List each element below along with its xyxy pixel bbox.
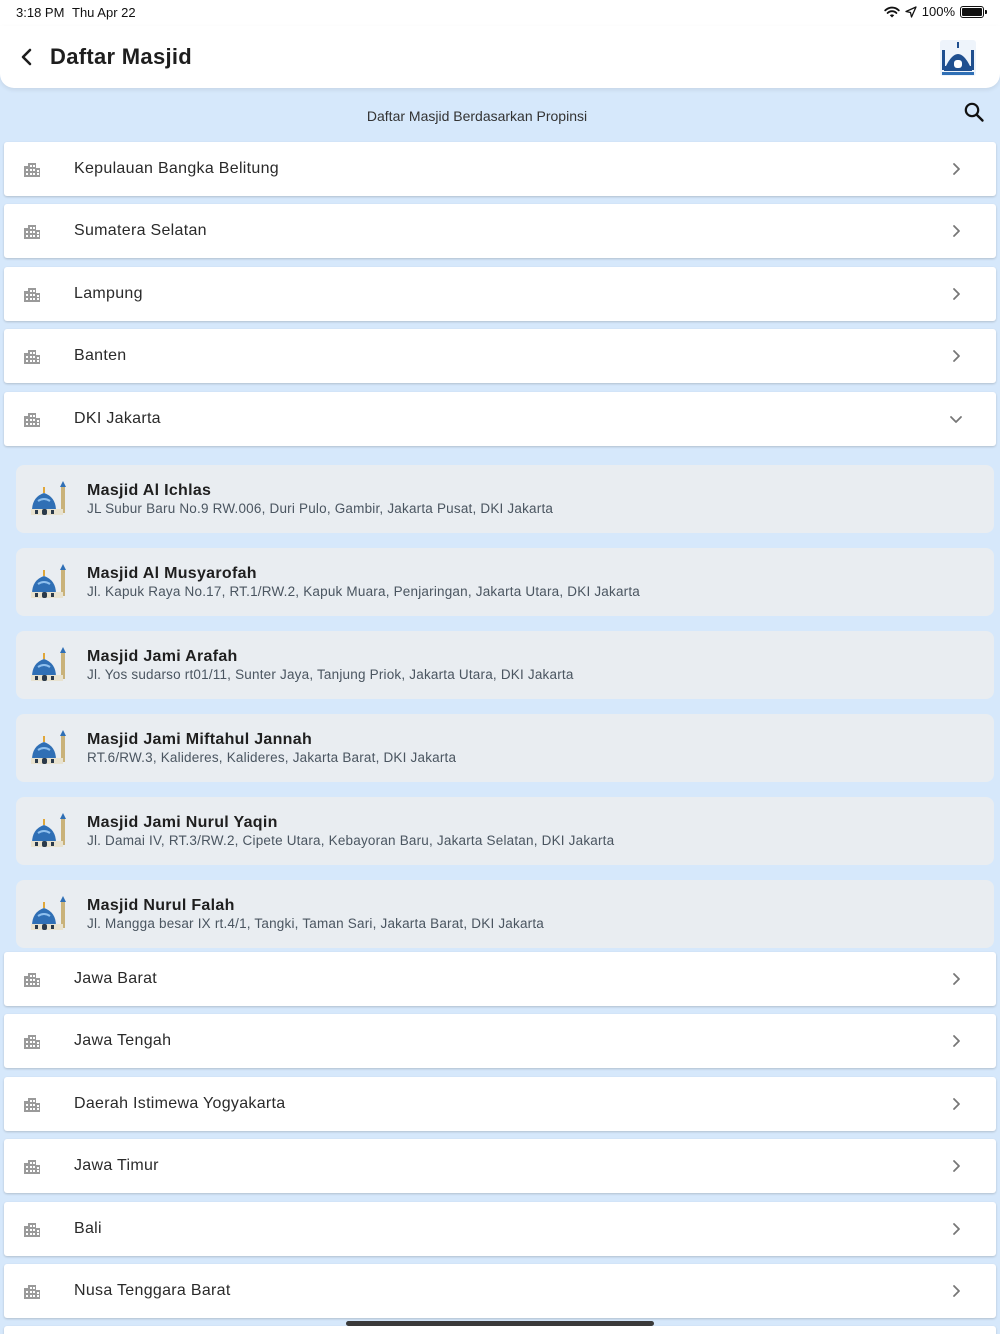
mosque-name: Masjid Jami Arafah — [87, 648, 238, 665]
app-header: Daftar Masjid — [0, 26, 1000, 88]
mosque-card[interactable]: Masjid Jami Arafah Jl. Yos sudarso rt01/… — [16, 631, 994, 699]
mosque-address: Jl. Mangga besar IX rt.4/1, Tangki, Tama… — [87, 916, 545, 931]
mosque-name: Masjid Al Ichlas — [87, 482, 212, 499]
province-label: DKI Jakarta — [74, 410, 161, 427]
mosque-card[interactable]: Masjid Al Musyarofah Jl. Kapuk Raya No.1… — [16, 548, 994, 616]
location-arrow-icon — [905, 5, 917, 18]
mosque-icon — [31, 896, 66, 930]
battery-percent: 100% — [921, 4, 955, 19]
province-row-expanded[interactable]: DKI Jakarta — [4, 392, 996, 446]
province-label: Kepulauan Bangka Belitung — [74, 160, 279, 177]
mosque-logo-icon — [940, 40, 976, 76]
chevron-right-icon — [953, 973, 960, 985]
mosque-address: Jl. Yos sudarso rt01/11, Sunter Jaya, Ta… — [87, 667, 574, 682]
status-date: Thu Apr 22 — [72, 5, 136, 20]
back-chevron-icon[interactable] — [14, 44, 40, 70]
province-row[interactable]: Lampung — [4, 267, 996, 321]
chevron-right-icon — [953, 350, 960, 362]
province-row[interactable]: Nusa Tenggara Barat — [4, 1264, 996, 1318]
mosque-card[interactable]: Masjid Al Ichlas JL Subur Baru No.9 RW.0… — [16, 465, 994, 533]
battery-icon — [960, 5, 987, 18]
chevron-right-icon — [953, 1160, 960, 1172]
mosque-icon — [31, 564, 66, 598]
province-label: Daerah Istimewa Yogyakarta — [74, 1095, 286, 1112]
mosque-name: Masjid Nurul Falah — [87, 897, 235, 914]
subtitle-bar: Daftar Masjid Berdasarkan Propinsi — [0, 100, 1000, 132]
building-icon — [24, 1285, 40, 1299]
chevron-right-icon — [953, 163, 960, 175]
mosque-card[interactable]: Masjid Jami Miftahul Jannah RT.6/RW.3, K… — [16, 714, 994, 782]
province-row[interactable]: Banten — [4, 329, 996, 383]
subtitle-text: Daftar Masjid Berdasarkan Propinsi — [366, 108, 588, 124]
province-label: Bali — [74, 1220, 102, 1237]
mosque-card[interactable]: Masjid Jami Nurul Yaqin Jl. Damai IV, RT… — [16, 797, 994, 865]
mosque-address: RT.6/RW.3, Kalideres, Kalideres, Jakarta… — [87, 750, 457, 765]
mosque-address: Jl. Damai IV, RT.3/RW.2, Cipete Utara, K… — [87, 833, 615, 848]
mosque-address: JL Subur Baru No.9 RW.006, Duri Pulo, Ga… — [87, 501, 554, 516]
home-indicator[interactable] — [346, 1321, 654, 1326]
wifi-icon — [884, 6, 900, 17]
mosque-name: Masjid Jami Nurul Yaqin — [87, 814, 278, 831]
mosque-name: Masjid Al Musyarofah — [87, 565, 257, 582]
chevron-right-icon — [953, 1223, 960, 1235]
mosque-icon — [31, 813, 66, 847]
province-label: Jawa Timur — [74, 1157, 159, 1174]
mosque-name: Masjid Jami Miftahul Jannah — [87, 731, 313, 748]
mosque-card[interactable]: Masjid Nurul Falah Jl. Mangga besar IX r… — [16, 880, 994, 948]
building-icon — [24, 1035, 40, 1049]
status-right: 100% — [884, 4, 987, 19]
province-row[interactable]: Bali — [4, 1202, 996, 1256]
province-label: Jawa Barat — [74, 970, 158, 987]
province-label: Banten — [74, 347, 127, 364]
province-row[interactable]: Jawa Barat — [4, 952, 996, 1006]
building-icon — [24, 413, 40, 427]
province-label: Jawa Tengah — [74, 1032, 172, 1049]
province-label: Sumatera Selatan — [74, 222, 207, 239]
building-icon — [24, 350, 40, 364]
province-row[interactable]: Kepulauan Bangka Belitung — [4, 142, 996, 196]
province-label: Lampung — [74, 285, 143, 302]
building-icon — [24, 1160, 40, 1174]
chevron-right-icon — [953, 225, 960, 237]
building-icon — [24, 225, 40, 239]
mosque-icon — [31, 647, 66, 681]
province-row[interactable]: Sumatera Selatan — [4, 204, 996, 258]
province-row-partial[interactable] — [4, 1326, 996, 1334]
building-icon — [24, 288, 40, 302]
mosque-address: Jl. Kapuk Raya No.17, RT.1/RW.2, Kapuk M… — [87, 584, 641, 599]
page-title: Daftar Masjid — [50, 44, 193, 69]
building-icon — [24, 973, 40, 987]
app-root: 3:18 PM Thu Apr 22 100% Daftar Masjid Da… — [0, 0, 1000, 1334]
province-row[interactable]: Daerah Istimewa Yogyakarta — [4, 1077, 996, 1131]
chevron-right-icon — [953, 1098, 960, 1110]
chevron-right-icon — [953, 1035, 960, 1047]
province-row[interactable]: Jawa Timur — [4, 1139, 996, 1193]
province-label: Nusa Tenggara Barat — [74, 1282, 231, 1299]
building-icon — [24, 1223, 40, 1237]
chevron-right-icon — [953, 288, 960, 300]
building-icon — [24, 163, 40, 177]
status-time: 3:18 PM — [16, 5, 65, 20]
province-row[interactable]: Jawa Tengah — [4, 1014, 996, 1068]
mosque-icon — [31, 730, 66, 764]
building-icon — [24, 1098, 40, 1112]
status-bar: 3:18 PM Thu Apr 22 100% — [0, 0, 1000, 26]
mosque-icon — [31, 481, 66, 515]
chevron-down-icon — [950, 416, 962, 423]
chevron-right-icon — [953, 1285, 960, 1297]
search-icon[interactable] — [962, 100, 986, 124]
